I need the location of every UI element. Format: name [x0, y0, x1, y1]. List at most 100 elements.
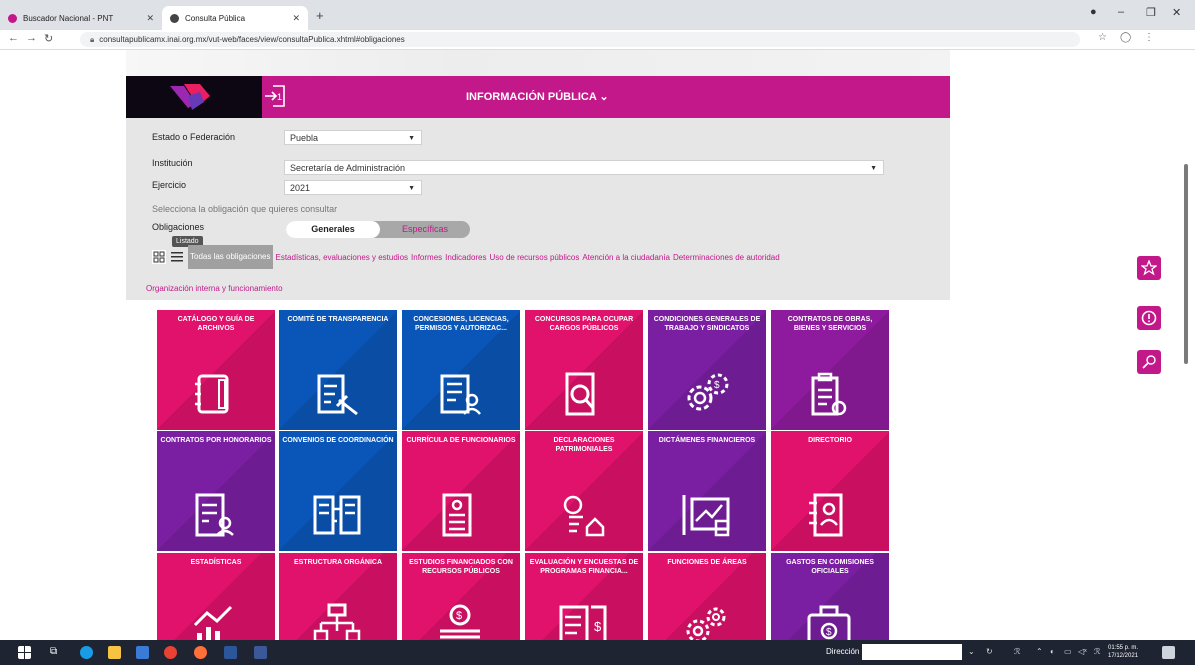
direccion-input[interactable]	[862, 644, 962, 660]
svg-text:1: 1	[277, 92, 282, 102]
address-bar[interactable]: 🔒︎ consultapublicamx.inai.org.mx/vut-web/…	[80, 32, 1080, 47]
page: 1 INFORMACIÓN PÚBLICA ⌄ Estado o Federac…	[0, 50, 1195, 640]
chevron-down-icon[interactable]: ⌄	[968, 647, 975, 656]
chrome-icon[interactable]	[164, 646, 177, 659]
obligation-tile[interactable]: DICTÁMENES FINANCIEROS	[648, 431, 766, 551]
obligation-tile[interactable]: ESTUDIOS FINANCIADOS CON RECURSOS PÚBLIC…	[402, 553, 520, 640]
filter-indicadores[interactable]: Indicadores	[445, 253, 486, 262]
filter-determinaciones[interactable]: Determinaciones de autoridad	[673, 253, 780, 262]
file-explorer-icon[interactable]	[108, 646, 121, 659]
obligation-tile[interactable]: COMITÉ DE TRANSPARENCIA	[279, 310, 397, 430]
directory-icon	[809, 493, 843, 537]
tab-buscador[interactable]: Buscador Nacional - PNT ✕	[0, 6, 162, 30]
people-icon[interactable]: ℛ	[1014, 647, 1020, 656]
maximize-button[interactable]: ❐	[1146, 6, 1156, 19]
windows-start-icon[interactable]	[18, 646, 31, 659]
obligation-tile[interactable]: CONCESIONES, LICENCIAS, PERMISOS Y AUTOR…	[402, 310, 520, 430]
minimize-button[interactable]: –	[1118, 6, 1124, 18]
clock[interactable]: 01:55 p. m. 17/12/2021	[1108, 644, 1138, 660]
obligation-tile[interactable]: CONTRATOS DE OBRAS, BIENES Y SERVICIOS	[771, 310, 889, 430]
close-window-button[interactable]: ✕	[1172, 6, 1181, 19]
svg-text:$: $	[826, 627, 832, 638]
tab-strip: Buscador Nacional - PNT ✕ Consulta Públi…	[0, 0, 1195, 30]
firefox-icon[interactable]	[194, 646, 207, 659]
login-icon[interactable]: 1	[264, 84, 286, 108]
filter-uso-recursos[interactable]: Uso de recursos públicos	[490, 253, 580, 262]
obligation-tile[interactable]: ESTRUCTURA ORGÁNICA	[279, 553, 397, 640]
tile-label: FUNCIONES DE ÁREAS	[667, 559, 747, 566]
star-badge-icon	[1141, 260, 1157, 276]
menu-dots-icon[interactable]: ⋮	[1144, 32, 1154, 43]
obligation-tile[interactable]: FUNCIONES DE ÁREAS	[648, 553, 766, 640]
reload-icon[interactable]: ↻	[44, 32, 53, 45]
obligation-tile[interactable]: CONVENIOS DE COORDINACIÓN	[279, 431, 397, 551]
edge-icon[interactable]	[80, 646, 93, 659]
list-view-icon[interactable]	[170, 250, 184, 264]
banner-title[interactable]: INFORMACIÓN PÚBLICA ⌄	[466, 90, 609, 103]
toggle-especificas[interactable]: Específicas	[380, 221, 470, 238]
wifi-icon[interactable]: ◐	[1050, 647, 1055, 656]
close-tab-icon[interactable]: ✕	[292, 13, 300, 24]
document-person-icon	[195, 493, 234, 537]
financial-chart-icon	[682, 495, 730, 537]
notifications-icon[interactable]	[1162, 646, 1175, 659]
logo	[126, 76, 262, 118]
institucion-value: Secretaría de Administración	[290, 163, 406, 173]
obligation-tile[interactable]: EVALUACIÓN Y ENCUESTAS DE PROGRAMAS FINA…	[525, 553, 643, 640]
language-icon[interactable]: ℛ	[1094, 647, 1100, 656]
tab-title: Consulta Pública	[185, 13, 246, 23]
close-tab-icon[interactable]: ✕	[146, 13, 154, 24]
bookmark-star-icon[interactable]: ☆	[1098, 32, 1107, 43]
refresh-icon[interactable]: ↻	[986, 647, 993, 656]
filter-organizacion[interactable]: Organización interna y funcionamiento	[146, 284, 283, 293]
ejercicio-value: 2021	[290, 183, 311, 193]
new-tab-button[interactable]: +	[316, 8, 324, 23]
obligation-tile[interactable]: CONDICIONES GENERALES DE TRABAJO Y SINDI…	[648, 310, 766, 430]
profile-icon[interactable]: ●	[1090, 6, 1097, 18]
tile-label: COMITÉ DE TRANSPARENCIA	[287, 316, 389, 323]
filter-todas[interactable]: Todas las obligaciones	[188, 245, 273, 269]
page-scrollbar[interactable]	[1184, 164, 1188, 364]
tile-label: EVALUACIÓN Y ENCUESTAS DE PROGRAMAS FINA…	[529, 559, 639, 575]
obligation-tile[interactable]: CURRÍCULA DE FUNCIONARIOS	[402, 431, 520, 551]
tab-consulta[interactable]: Consulta Pública ✕	[162, 6, 308, 30]
obligation-tile[interactable]: GASTOS EN COMISIONES OFICIALES $	[771, 553, 889, 640]
institucion-select[interactable]: Secretaría de Administración ▼	[284, 160, 884, 175]
account-icon[interactable]: ◯	[1120, 32, 1131, 43]
tile-label: GASTOS EN COMISIONES OFICIALES	[786, 559, 874, 575]
filter-atencion[interactable]: Atención a la ciudadanía	[582, 253, 670, 262]
estado-select[interactable]: Puebla ▼	[284, 130, 422, 145]
obligation-tile[interactable]: CATÁLOGO Y GUÍA DE ARCHIVOS	[157, 310, 275, 430]
forward-icon[interactable]: →	[26, 32, 37, 44]
battery-icon[interactable]: ▭	[1064, 647, 1072, 656]
tools-button[interactable]	[1137, 350, 1161, 374]
obligation-tile[interactable]: CONTRATOS POR HONORARIOS	[157, 431, 275, 551]
pnt-favicon-icon	[8, 13, 17, 23]
filter-informes[interactable]: Informes	[411, 253, 442, 262]
favorites-button[interactable]	[1137, 256, 1161, 280]
tray-up-icon[interactable]: ⌃	[1036, 647, 1043, 656]
tile-label: CONVENIOS DE COORDINACIÓN	[282, 437, 394, 444]
ejercicio-select[interactable]: 2021 ▼	[284, 180, 422, 195]
clock-time: 01:55 p. m.	[1108, 645, 1139, 651]
volume-icon[interactable]: ◁ˣ	[1078, 647, 1087, 656]
report-button[interactable]	[1137, 306, 1161, 330]
word-icon[interactable]	[224, 646, 237, 659]
gavel-document-icon	[317, 374, 358, 416]
tile-label: DICTÁMENES FINANCIEROS	[658, 437, 756, 444]
svg-text:$: $	[456, 610, 462, 622]
obligaciones-toggle[interactable]: Generales Específicas	[286, 221, 470, 238]
tile-label: DECLARACIONES PATRIMONIALES	[553, 437, 615, 453]
store-icon[interactable]	[136, 646, 149, 659]
filter-estadisticas[interactable]: Estadísticas, evaluaciones y estudios	[276, 253, 409, 262]
clipboard-check-icon	[811, 372, 847, 416]
grid-view-icon[interactable]	[152, 250, 166, 264]
obligation-tile[interactable]: DIRECTORIO	[771, 431, 889, 551]
toggle-generales[interactable]: Generales	[286, 221, 380, 238]
back-icon[interactable]: ←	[8, 32, 19, 44]
obligation-tile[interactable]: ESTADÍSTICAS	[157, 553, 275, 640]
task-view-icon[interactable]: ⧉	[50, 646, 63, 659]
outlook-icon[interactable]	[254, 646, 267, 659]
obligation-tile[interactable]: DECLARACIONES PATRIMONIALES	[525, 431, 643, 551]
obligation-tile[interactable]: CONCURSOS PARA OCUPAR CARGOS PÚBLICOS	[525, 310, 643, 430]
